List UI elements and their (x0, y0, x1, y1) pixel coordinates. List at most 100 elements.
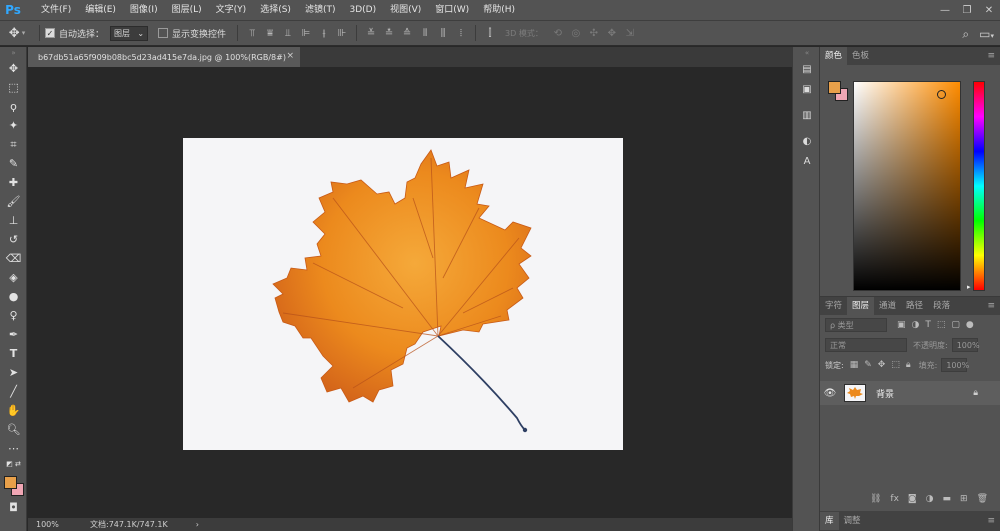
menu-view[interactable]: 视图(V) (383, 0, 428, 20)
filter-pixel-icon[interactable]: ▣ (897, 320, 906, 330)
blur-tool-icon[interactable]: ● (0, 287, 27, 306)
layer-name[interactable]: 背景 (876, 387, 894, 400)
color-picker-marker[interactable] (937, 90, 946, 99)
menu-layer[interactable]: 图层(L) (165, 0, 209, 20)
distribute-hcenter-icon[interactable]: ⫼ (434, 25, 452, 41)
pen-tool-icon[interactable]: ✒ (0, 325, 27, 344)
hand-tool-icon[interactable]: ✋ (0, 401, 27, 420)
document-tab[interactable]: b67db51a65f909b08bc5d23ad415e7da.jpg @ 1… (28, 47, 300, 67)
tab-layers[interactable]: 图层 (847, 297, 875, 315)
tab-paths[interactable]: 路径 (901, 297, 928, 315)
filter-type-icon[interactable]: T (925, 320, 931, 330)
filter-shape-icon[interactable]: ⬚ (937, 320, 946, 330)
menu-select[interactable]: 选择(S) (253, 0, 298, 20)
move-tool-icon[interactable]: ✥ (0, 59, 27, 78)
distribute-vcenter-icon[interactable]: ≛ (380, 25, 398, 41)
align-vcenter-icon[interactable]: ⩸ (261, 25, 279, 41)
move-tool-preset-icon[interactable]: ✥ ▾ (0, 21, 34, 45)
eye-icon[interactable]: 👁︎ (820, 388, 840, 399)
align-left-icon[interactable]: ⊫ (297, 25, 315, 41)
history-brush-tool-icon[interactable]: ↺ (0, 230, 27, 249)
new-layer-icon[interactable]: ⊞ (960, 494, 968, 504)
tab-libraries[interactable]: 库 (820, 512, 839, 530)
lock-position-icon[interactable]: ✥ (878, 360, 886, 370)
3d-pan-icon[interactable]: ✣ (585, 25, 603, 41)
filter-adjustment-icon[interactable]: ◑ (912, 320, 920, 330)
dodge-tool-icon[interactable]: ♀ (0, 306, 27, 325)
close-button[interactable]: ✕ (978, 0, 1000, 20)
restore-button[interactable]: ❐ (956, 0, 978, 20)
menu-file[interactable]: 文件(F) (34, 0, 78, 20)
healing-brush-tool-icon[interactable]: ✚ (0, 173, 27, 192)
paint-bucket-tool-icon[interactable]: ◈ (0, 268, 27, 287)
layer-filter-select[interactable]: ρ 类型 (825, 318, 887, 332)
align-top-icon[interactable]: ⫪ (243, 25, 261, 41)
zoom-tool-icon[interactable]: 🔍︎ (0, 420, 27, 439)
delete-layer-icon[interactable]: 🗑︎ (977, 494, 988, 504)
magic-wand-tool-icon[interactable]: ✦ (0, 116, 27, 135)
clone-stamp-tool-icon[interactable]: ⊥ (0, 211, 27, 230)
line-tool-icon[interactable]: ╱ (0, 382, 27, 401)
canvas-area[interactable] (28, 67, 792, 518)
character-style-icon[interactable]: A (793, 151, 821, 171)
close-icon[interactable]: × (286, 51, 294, 61)
workspace-switcher-icon[interactable]: ▭▾ (979, 27, 994, 41)
collapse-dock-icon[interactable]: « (793, 47, 821, 59)
auto-select-target-select[interactable]: 图层 ⌄ (110, 25, 149, 41)
tab-paragraph[interactable]: 段落 (928, 297, 955, 315)
menu-image[interactable]: 图像(I) (123, 0, 165, 20)
saturation-brightness-field[interactable] (853, 81, 961, 291)
menu-3d[interactable]: 3D(D) (342, 0, 383, 20)
fill-field[interactable]: 100% (941, 358, 969, 372)
filter-toggle-icon[interactable]: ● (966, 320, 974, 330)
lock-all-icon[interactable]: 🔒︎ (906, 360, 911, 370)
filter-smart-object-icon[interactable]: ▢ (951, 320, 960, 330)
lock-artboard-icon[interactable]: ⬚ (891, 360, 900, 370)
hue-slider-marker[interactable]: ▸ (967, 283, 971, 291)
hue-slider[interactable] (973, 81, 985, 291)
new-adjustment-layer-icon[interactable]: ◑ (926, 494, 934, 504)
status-menu-arrow[interactable]: › (196, 520, 199, 529)
minimize-button[interactable]: — (934, 0, 956, 20)
actions-panel-icon[interactable]: ▥ (793, 105, 821, 125)
panel-menu-icon[interactable]: ≡ (987, 47, 1000, 65)
align-right-icon[interactable]: ⊪ (333, 25, 351, 41)
add-mask-icon[interactable]: ◙ (908, 494, 917, 504)
menu-window[interactable]: 窗口(W) (428, 0, 476, 20)
history-panel-icon[interactable]: ▤ (793, 59, 821, 79)
lock-image-icon[interactable]: ✎ (864, 360, 872, 370)
properties-panel-icon[interactable]: ▣ (793, 79, 821, 99)
layer-row[interactable]: 👁︎ 背景 🔒︎ (820, 381, 1000, 405)
menu-help[interactable]: 帮助(H) (476, 0, 522, 20)
tab-swatches[interactable]: 色板 (847, 47, 874, 65)
show-transform-checkbox[interactable] (158, 28, 169, 38)
auto-select-checkbox[interactable]: ✓ (45, 28, 55, 38)
color-panel-foreground-swatch[interactable] (828, 81, 841, 94)
blend-mode-select[interactable]: 正常 (825, 338, 907, 352)
distribute-bottom-icon[interactable]: ≙ (398, 25, 416, 41)
type-tool-icon[interactable]: T (0, 344, 27, 363)
3d-rotate-icon[interactable]: ⟲ (549, 25, 567, 41)
menu-type[interactable]: 文字(Y) (209, 0, 254, 20)
auto-align-icon[interactable]: ⫿ (481, 25, 499, 41)
crop-tool-icon[interactable]: ⌗ (0, 135, 27, 154)
eraser-tool-icon[interactable]: ⌫ (0, 249, 27, 268)
quick-mask-icon[interactable]: ◘ (0, 498, 27, 517)
edit-toolbar-icon[interactable]: ⋯ (0, 439, 27, 458)
default-colors-icon[interactable]: ◩ ⇄ (0, 458, 27, 470)
align-hcenter-icon[interactable]: ⫲ (315, 25, 333, 41)
opacity-field[interactable]: 100% (951, 338, 980, 352)
distribute-right-icon[interactable]: ⦙ (452, 25, 470, 41)
tab-character[interactable]: 字符 (820, 297, 847, 315)
new-group-icon[interactable]: ▬ (943, 494, 952, 504)
collapse-toolbar-icon[interactable]: » (0, 47, 27, 59)
path-selection-tool-icon[interactable]: ➤ (0, 363, 27, 382)
link-layers-icon[interactable]: ⛓ (870, 494, 881, 504)
3d-roll-icon[interactable]: ◎ (567, 25, 585, 41)
distribute-top-icon[interactable]: ≚ (362, 25, 380, 41)
align-bottom-icon[interactable]: ⫫ (279, 25, 297, 41)
tab-adjustments[interactable]: 调整 (839, 512, 866, 530)
layer-style-icon[interactable]: fx (890, 494, 899, 504)
brush-panel-icon[interactable]: ◐ (793, 131, 821, 151)
menu-edit[interactable]: 编辑(E) (78, 0, 123, 20)
